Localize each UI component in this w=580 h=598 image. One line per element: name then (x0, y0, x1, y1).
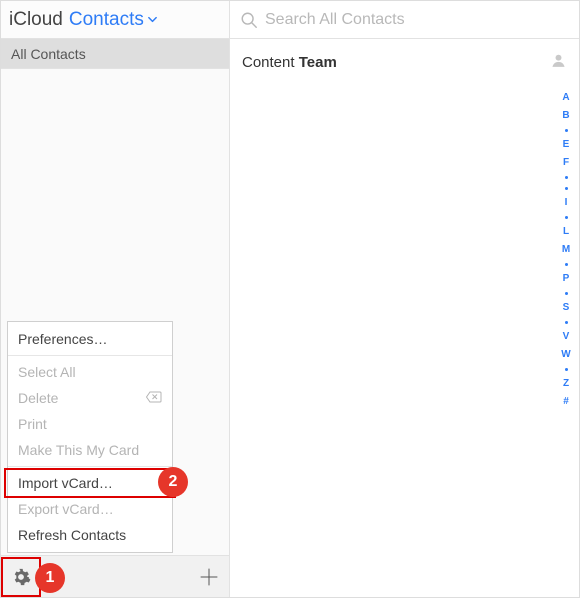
search-row (230, 1, 579, 39)
search-icon (240, 11, 258, 29)
add-button[interactable] (189, 557, 229, 597)
menu-import-vcard[interactable]: Import vCard… 2 (8, 470, 172, 496)
menu-separator (8, 466, 172, 467)
alpha-dot (565, 321, 568, 324)
alpha-letter[interactable]: A (562, 93, 569, 103)
search-input[interactable] (265, 11, 569, 29)
alpha-letter[interactable]: W (561, 350, 570, 360)
app-switcher[interactable]: Contacts (69, 9, 158, 31)
alpha-dot (565, 263, 568, 266)
person-icon (550, 52, 567, 72)
contact-list: Content Team (230, 39, 579, 597)
menu-print[interactable]: Print (8, 411, 172, 437)
alpha-letter[interactable]: V (563, 332, 570, 342)
app-name-label: Contacts (69, 9, 144, 31)
alpha-dot (565, 187, 568, 190)
alpha-letter[interactable]: S (563, 303, 570, 313)
contact-name: Content Team (242, 54, 337, 71)
chevron-down-icon (147, 14, 158, 25)
menu-refresh-label: Refresh Contacts (18, 527, 126, 543)
menu-separator (8, 355, 172, 356)
alpha-dot (565, 176, 568, 179)
sidebar-header: iCloud Contacts (1, 1, 229, 39)
app-root: iCloud Contacts All Contacts Preferences… (0, 0, 580, 598)
settings-menu: Preferences… Select All Delete Print Mak… (7, 321, 173, 553)
alpha-dot (565, 129, 568, 132)
alpha-letter[interactable]: P (563, 274, 570, 284)
content-area: Content Team AB EF I LM P S VW Z # (230, 39, 579, 597)
alpha-dot (565, 216, 568, 219)
alpha-letter[interactable]: # (563, 397, 569, 407)
group-all-contacts[interactable]: All Contacts (1, 39, 229, 69)
menu-delete[interactable]: Delete (8, 385, 172, 411)
contact-last-name: Team (299, 54, 337, 71)
main-panel: Content Team AB EF I LM P S VW Z # (230, 1, 579, 597)
menu-preferences[interactable]: Preferences… (8, 326, 172, 352)
alpha-letter[interactable]: B (562, 111, 569, 121)
menu-import-vcard-label: Import vCard… (18, 475, 113, 491)
menu-select-all[interactable]: Select All (8, 359, 172, 385)
backspace-icon (146, 390, 162, 406)
contact-row[interactable]: Content Team (242, 49, 567, 75)
alpha-letter[interactable]: L (563, 227, 569, 237)
group-label: All Contacts (11, 46, 86, 62)
menu-make-my-card[interactable]: Make This My Card (8, 437, 172, 463)
sidebar-footer: 1 (1, 555, 229, 597)
brand-icloud-label: iCloud (9, 9, 63, 31)
alpha-letter[interactable]: F (563, 158, 569, 168)
menu-delete-label: Delete (18, 390, 58, 406)
menu-print-label: Print (18, 416, 47, 432)
alpha-dot (565, 292, 568, 295)
menu-select-all-label: Select All (18, 364, 76, 380)
plus-icon (200, 568, 218, 586)
alpha-letter[interactable]: I (565, 198, 568, 208)
alpha-letter[interactable]: E (563, 140, 570, 150)
gear-icon (11, 567, 31, 587)
settings-button[interactable] (1, 557, 41, 597)
sidebar: iCloud Contacts All Contacts Preferences… (1, 1, 230, 597)
alpha-letter[interactable]: Z (563, 379, 569, 389)
menu-export-vcard-label: Export vCard… (18, 501, 114, 517)
menu-make-my-card-label: Make This My Card (18, 442, 139, 458)
alpha-index[interactable]: AB EF I LM P S VW Z # (555, 93, 577, 589)
contact-first-name: Content (242, 54, 295, 71)
alpha-letter[interactable]: M (562, 245, 570, 255)
alpha-dot (565, 368, 568, 371)
menu-refresh[interactable]: Refresh Contacts (8, 522, 172, 548)
menu-preferences-label: Preferences… (18, 331, 107, 347)
menu-export-vcard[interactable]: Export vCard… (8, 496, 172, 522)
